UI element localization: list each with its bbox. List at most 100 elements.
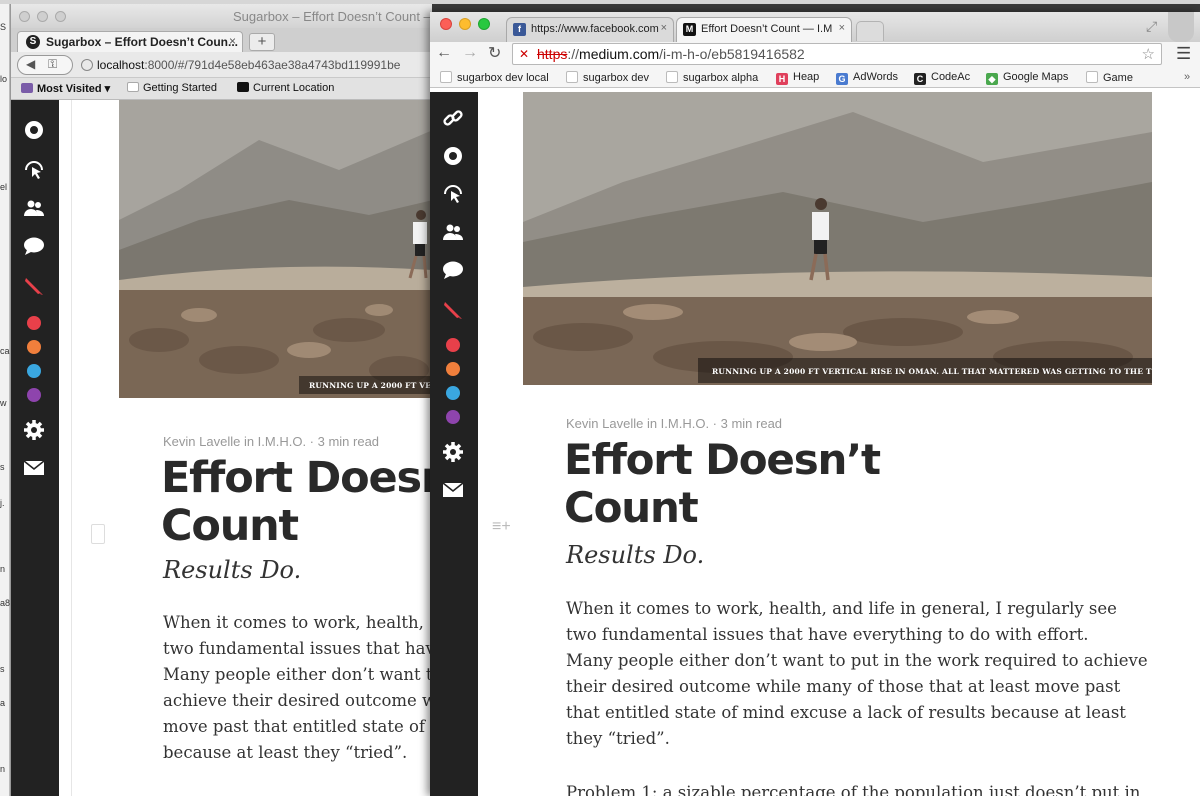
page-icon (237, 82, 249, 92)
profile-avatar[interactable] (1168, 12, 1194, 42)
body-line: move past that entitled state of mi (163, 717, 432, 736)
tab-label: Effort Doesn’t Count — I.M (701, 23, 833, 35)
heap-icon: H (776, 73, 788, 85)
link-icon[interactable] (441, 106, 465, 130)
new-tab-button[interactable]: + (249, 33, 275, 51)
tab-label: https://www.facebook.com (531, 23, 659, 35)
close-tab-icon[interactable]: × (229, 34, 236, 48)
record-icon[interactable] (441, 144, 465, 168)
users-icon[interactable] (22, 196, 46, 220)
desktop-text-fragment: w (0, 398, 7, 408)
gear-icon[interactable] (441, 440, 465, 464)
bookmark-game[interactable]: Game (1086, 71, 1133, 84)
record-icon[interactable] (22, 118, 46, 142)
url-host: medium.com (579, 46, 660, 62)
omnibox[interactable]: ✕ https://medium.com/i-m-h-o/eb5819416582… (512, 43, 1162, 65)
new-tab-button[interactable] (856, 21, 884, 41)
hero-image: RUNNING UP A 2000 FT VERT (119, 100, 432, 398)
color-swatch-orange[interactable] (446, 362, 460, 376)
minimize-window-button[interactable] (37, 11, 48, 22)
bookmark-label: Google Maps (1003, 71, 1069, 83)
desktop-text-fragment: s (0, 462, 5, 472)
url-bar[interactable]: localhost:8000/#/791d4e58eb463ae38a4743b… (81, 58, 400, 72)
color-swatch-blue[interactable] (446, 386, 460, 400)
title-line-1: Effort Doesn’t (564, 435, 881, 484)
tab-label: Sugarbox – Effort Doesn’t Coun... (46, 35, 239, 49)
tab-medium[interactable]: M Effort Doesn’t Count — I.M × (676, 17, 852, 42)
zoom-window-button[interactable] (55, 11, 66, 22)
forward-arrow-icon[interactable]: → (462, 44, 478, 62)
mail-icon[interactable] (441, 478, 465, 502)
desktop-text-fragment: j. (0, 498, 5, 508)
bookmark-current-location[interactable]: Current Location (237, 82, 334, 94)
pencil-icon[interactable] (441, 298, 465, 322)
fullscreen-icon[interactable]: ⤢ (1146, 18, 1157, 35)
bookmark-sugarbox-dev-local[interactable]: sugarbox dev local (440, 71, 549, 84)
mail-icon[interactable] (22, 456, 46, 480)
bookmark-heap[interactable]: H Heap (776, 71, 819, 85)
maps-icon: ◆ (986, 73, 998, 85)
back-arrow-icon[interactable]: ◀ (26, 57, 35, 71)
gear-icon[interactable] (22, 418, 46, 442)
hero-photo-mountain-runner (119, 100, 432, 398)
bookmark-label: Getting Started (143, 82, 217, 94)
bookmark-sugarbox-alpha[interactable]: sugarbox alpha (666, 71, 758, 84)
side-handle-icon[interactable] (91, 524, 105, 544)
back-arrow-icon[interactable]: ← (436, 44, 452, 62)
page-icon (666, 71, 678, 83)
minimize-window-button[interactable] (459, 18, 471, 30)
bookmark-google-maps[interactable]: ◆ Google Maps (986, 71, 1068, 85)
desktop-text-fragment: S (0, 22, 7, 32)
facebook-favicon-icon: f (513, 23, 526, 36)
chat-bubble-icon[interactable] (22, 234, 46, 258)
chrome-tab-strip[interactable]: f https://www.facebook.com × M Effort Do… (430, 12, 1200, 42)
page-icon (127, 82, 139, 92)
cursor-click-icon[interactable] (22, 158, 46, 182)
color-swatch-red[interactable] (27, 316, 41, 330)
bookmark-sugarbox-dev[interactable]: sugarbox dev (566, 71, 649, 84)
close-window-button[interactable] (440, 18, 452, 30)
chat-bubble-icon[interactable] (441, 258, 465, 282)
color-swatch-orange[interactable] (27, 340, 41, 354)
medium-favicon-icon: M (683, 23, 696, 36)
tab-facebook[interactable]: f https://www.facebook.com × (506, 17, 674, 42)
color-swatch-blue[interactable] (27, 364, 41, 378)
menu-hamburger-icon[interactable]: ☰ (1176, 44, 1191, 64)
bookmark-most-visited[interactable]: Most Visited ▾ (21, 82, 110, 95)
identity-key-icon[interactable]: ⚿ (48, 57, 57, 72)
article-subtitle: Results Do. (163, 556, 302, 584)
close-tab-icon[interactable]: × (661, 22, 667, 34)
firefox-page-content: RUNNING UP A 2000 FT VERT Kevin Lavelle … (11, 100, 432, 796)
color-swatch-purple[interactable] (27, 388, 41, 402)
cursor-click-icon[interactable] (441, 182, 465, 206)
page-icon (440, 71, 452, 83)
close-window-button[interactable] (19, 11, 30, 22)
pencil-icon[interactable] (22, 274, 46, 298)
tab-sugarbox[interactable]: S Sugarbox – Effort Doesn’t Coun... × (17, 31, 243, 52)
article-body: When it comes to work, health, ar two fu… (163, 610, 432, 766)
zoom-window-button[interactable] (478, 18, 490, 30)
sugarbox-sidebar (430, 92, 478, 796)
firefox-window: Sugarbox – Effort Doesn’t Count – S Suga… (10, 4, 432, 796)
insecure-lock-icon: ✕ (519, 47, 530, 61)
bookmark-adwords[interactable]: G AdWords (836, 71, 898, 85)
close-tab-icon[interactable]: × (839, 22, 845, 34)
users-icon[interactable] (441, 220, 465, 244)
bookmark-star-icon[interactable]: ☆ (1142, 45, 1155, 63)
reload-icon[interactable]: ↻ (488, 43, 501, 63)
bookmarks-overflow-chevron-icon[interactable]: » (1184, 71, 1190, 83)
firefox-titlebar[interactable]: Sugarbox – Effort Doesn’t Count – (11, 4, 432, 28)
bookmark-codeac[interactable]: C CodeAc (914, 71, 970, 85)
bookmark-label: CodeAc (931, 71, 971, 83)
add-to-list-icon[interactable]: ≡+ (492, 518, 511, 536)
body-line: Many people either don’t want to p (163, 665, 432, 684)
title-line-1: Effort Doesn’ (161, 453, 432, 503)
body-line: two fundamental issues that have (163, 639, 432, 658)
bookmark-label: Heap (793, 71, 820, 83)
hero-photo-mountain-runner (523, 92, 1152, 385)
color-swatch-red[interactable] (446, 338, 460, 352)
bookmark-getting-started[interactable]: Getting Started (127, 82, 217, 94)
chrome-bookmarks-bar: sugarbox dev local sugarbox dev sugarbox… (430, 66, 1200, 88)
color-swatch-purple[interactable] (446, 410, 460, 424)
back-forward-buttons[interactable]: ◀ ⚿ (17, 55, 73, 75)
